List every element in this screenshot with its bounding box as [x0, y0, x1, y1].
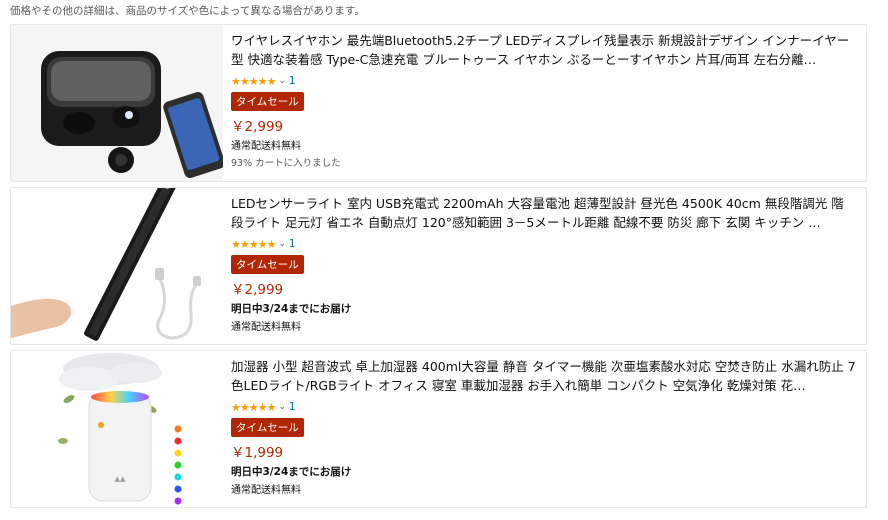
price: ￥2,999	[231, 282, 284, 298]
star-rating-icon[interactable]: ★★★★★	[231, 238, 276, 251]
product-title-link[interactable]: ワイヤレスイヤホン 最先端Bluetooth5.2チープ LEDディスプレイ残量…	[231, 31, 856, 69]
rating: ★★★★★ ⌄ 1	[231, 237, 856, 251]
delivery-date: 明日中3/24までにお届け	[231, 303, 352, 315]
time-sale-badge: タイムセール	[231, 92, 304, 111]
led-light-bar-image[interactable]	[11, 188, 223, 344]
chevron-down-icon[interactable]: ⌄	[278, 402, 286, 412]
shipping-note: 通常配送料無料	[231, 485, 301, 496]
product-card[interactable]: ▲▲ 加湿器 小型 超音波式 卓上加湿器 400ml大容量 静音 タイマー機能 …	[10, 350, 867, 508]
product-card[interactable]: LEDセンサーライト 室内 USB充電式 2200mAh 大容量電池 超薄型設計…	[10, 187, 867, 345]
humidifier-image[interactable]: ▲▲	[11, 351, 223, 507]
rating-count-link[interactable]: 1	[289, 75, 296, 87]
rating: ★★★★★ ⌄ 1	[231, 74, 856, 88]
price: ￥1,999	[231, 445, 284, 461]
price-disclaimer: 価格やその他の詳細は、商品のサイズや色によって異なる場合があります。	[10, 5, 365, 17]
time-sale-badge: タイムセール	[231, 255, 304, 274]
shipping-note: 通常配送料無料	[231, 141, 301, 152]
star-rating-icon[interactable]: ★★★★★	[231, 401, 276, 414]
rating-count-link[interactable]: 1	[289, 401, 296, 413]
svg-text:▲▲: ▲▲	[115, 475, 126, 483]
star-rating-icon[interactable]: ★★★★★	[231, 75, 276, 88]
shipping-note: 通常配送料無料	[231, 322, 301, 333]
earbuds-image[interactable]	[11, 25, 223, 181]
cart-percentage-note: 93% カートに入りました	[231, 158, 341, 169]
product-title-link[interactable]: LEDセンサーライト 室内 USB充電式 2200mAh 大容量電池 超薄型設計…	[231, 194, 856, 232]
chevron-down-icon[interactable]: ⌄	[278, 239, 286, 249]
rating-count-link[interactable]: 1	[289, 238, 296, 250]
time-sale-badge: タイムセール	[231, 418, 304, 437]
rating: ★★★★★ ⌄ 1	[231, 400, 856, 414]
product-card[interactable]: ワイヤレスイヤホン 最先端Bluetooth5.2チープ LEDディスプレイ残量…	[10, 24, 867, 182]
chevron-down-icon[interactable]: ⌄	[278, 76, 286, 86]
product-title-link[interactable]: 加湿器 小型 超音波式 卓上加湿器 400ml大容量 静音 タイマー機能 次亜塩…	[231, 357, 856, 395]
delivery-date: 明日中3/24までにお届け	[231, 466, 352, 478]
price: ￥2,999	[231, 119, 284, 135]
